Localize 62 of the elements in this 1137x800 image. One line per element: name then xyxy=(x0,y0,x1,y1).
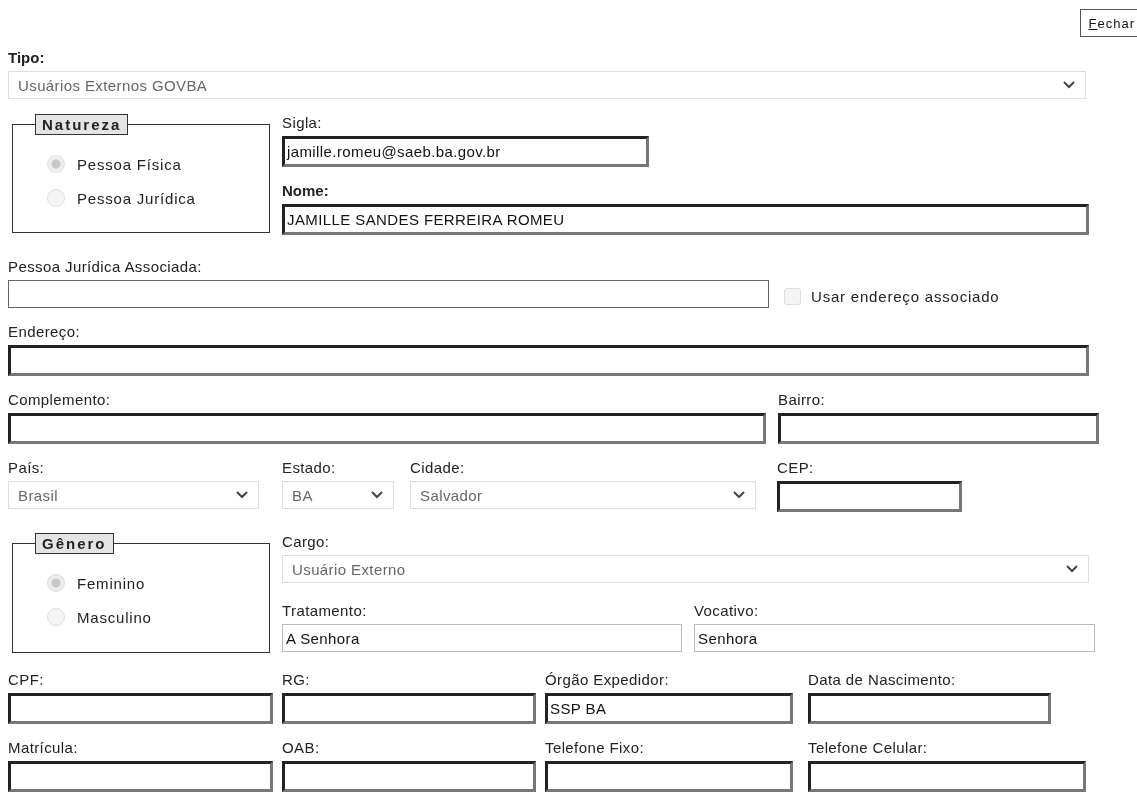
text-field[interactable] xyxy=(8,761,273,792)
chevron-down-icon xyxy=(371,491,383,499)
chevron-down-icon xyxy=(733,491,745,499)
text-field[interactable] xyxy=(282,761,536,792)
field-label: Endereço: xyxy=(8,323,81,341)
text-field[interactable] xyxy=(777,481,962,512)
field-label: Telefone Celular: xyxy=(808,739,929,757)
close-button[interactable]: Fechar xyxy=(1079,9,1137,37)
field-label: Vocativo: xyxy=(694,602,760,620)
dropdown[interactable]: Usuário Externo xyxy=(282,555,1089,583)
field-label: CEP: xyxy=(777,459,815,477)
chevron-down-icon xyxy=(1066,565,1078,573)
group-title: Natureza xyxy=(35,114,129,135)
radio-button[interactable] xyxy=(47,574,65,592)
field-label: Tipo: xyxy=(8,49,46,67)
radio-button[interactable] xyxy=(47,608,65,626)
checkbox-label[interactable]: Usar endereço associado xyxy=(811,288,1000,305)
text-field[interactable] xyxy=(778,413,1099,444)
field-label: Tratamento: xyxy=(282,602,368,620)
field-label: Complemento: xyxy=(8,391,112,409)
field-label: Sigla: xyxy=(282,114,323,132)
field-label: Nome: xyxy=(282,182,330,200)
text-field[interactable] xyxy=(282,693,536,724)
chevron-down-icon xyxy=(236,491,248,499)
dropdown[interactable]: Brasil xyxy=(8,481,259,509)
radio-button[interactable] xyxy=(47,189,65,207)
field-label: CPF: xyxy=(8,671,45,689)
text-field[interactable] xyxy=(808,761,1086,792)
field-label: Matrícula: xyxy=(8,739,79,757)
field-label: Órgão Expedidor: xyxy=(545,671,670,689)
dropdown[interactable]: BA xyxy=(282,481,394,509)
field-label: Bairro: xyxy=(778,391,826,409)
field-label: RG: xyxy=(282,671,311,689)
text-field[interactable] xyxy=(8,413,766,444)
chevron-down-icon xyxy=(1063,81,1075,89)
text-field[interactable]: Senhora xyxy=(694,624,1095,652)
text-field[interactable] xyxy=(808,693,1051,724)
text-field[interactable]: SSP BA xyxy=(545,693,793,724)
radio-label[interactable]: Pessoa Física xyxy=(77,155,182,173)
text-field[interactable] xyxy=(8,693,273,724)
text-field[interactable] xyxy=(545,761,793,792)
field-label: Data de Nascimento: xyxy=(808,671,957,689)
text-field[interactable] xyxy=(8,280,769,308)
field-label: Cargo: xyxy=(282,533,331,551)
checkbox[interactable] xyxy=(784,288,801,305)
field-label: Cidade: xyxy=(410,459,466,477)
text-field[interactable]: A Senhora xyxy=(282,624,682,652)
text-field[interactable] xyxy=(8,345,1089,376)
field-label: OAB: xyxy=(282,739,321,757)
field-label: Pessoa Jurídica Associada: xyxy=(8,258,203,276)
text-field[interactable]: JAMILLE SANDES FERREIRA ROMEU xyxy=(282,204,1089,235)
radio-button[interactable] xyxy=(47,155,65,173)
text-field[interactable]: jamille.romeu@saeb.ba.gov.br xyxy=(282,136,649,167)
dropdown[interactable]: Usuários Externos GOVBA xyxy=(8,71,1086,99)
field-label: Telefone Fixo: xyxy=(545,739,645,757)
field-label: Estado: xyxy=(282,459,337,477)
field-label: País: xyxy=(8,459,46,477)
group-title: Gênero xyxy=(35,533,114,554)
radio-label[interactable]: Masculino xyxy=(77,608,152,626)
dropdown[interactable]: Salvador xyxy=(410,481,756,509)
radio-label[interactable]: Pessoa Jurídica xyxy=(77,189,196,207)
radio-label[interactable]: Feminino xyxy=(77,574,146,592)
